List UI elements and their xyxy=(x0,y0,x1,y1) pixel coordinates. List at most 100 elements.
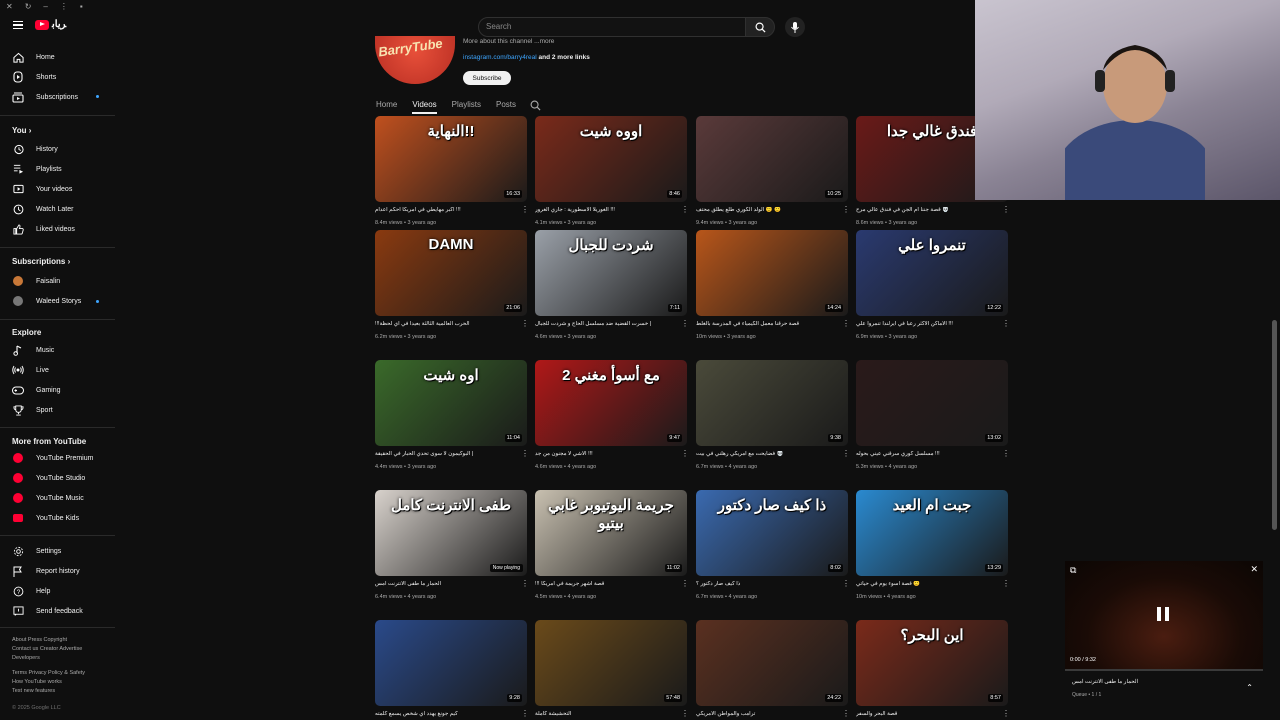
sidebar-item-music[interactable]: Music xyxy=(0,340,120,360)
video-thumbnail[interactable]: اووه شيت 8:46 xyxy=(535,116,687,202)
sidebar-item-home[interactable]: Home xyxy=(0,47,120,67)
more-actions-icon[interactable]: ⋮ xyxy=(521,206,529,214)
sidebar-item-your-videos[interactable]: Your videos xyxy=(0,179,120,199)
video-thumbnail[interactable]: مع أسوأ مغني 2 9:47 xyxy=(535,360,687,446)
video-thumbnail[interactable]: 24:22 xyxy=(696,620,848,706)
video-thumbnail[interactable]: ذا كيف صار دكتور 8:02 xyxy=(696,490,848,576)
more-actions-icon[interactable]: ⋮ xyxy=(842,320,850,328)
tab-posts[interactable]: Posts xyxy=(496,100,516,114)
search-input[interactable]: Search xyxy=(478,17,746,37)
more-actions-icon[interactable]: ⋮ xyxy=(681,320,689,328)
footer-links[interactable]: Terms Privacy Policy & Safety xyxy=(12,669,85,678)
chevron-up-icon[interactable]: ⌃ xyxy=(1246,683,1253,692)
video-title[interactable]: 💀 فضايحت مع امريكي رهلني في بيت xyxy=(696,451,836,457)
sidebar-item-gaming[interactable]: Gaming xyxy=(0,380,120,400)
sidebar-item-playlists[interactable]: Playlists xyxy=(0,159,120,179)
video-title[interactable]: !!! الاشي لا مجنون من جد xyxy=(535,451,675,457)
voice-search-button[interactable] xyxy=(785,17,805,37)
sidebar-item-settings[interactable]: Settings xyxy=(0,541,120,561)
more-actions-icon[interactable]: ⋮ xyxy=(521,450,529,458)
video-title[interactable]: 💀 قصة جننا ام الجن في فندق عالي مرح xyxy=(856,207,996,213)
more-actions-icon[interactable]: ⋮ xyxy=(1002,206,1010,214)
video-thumbnail[interactable]: تنمروا علي 12:22 xyxy=(856,230,1008,316)
close-icon[interactable]: ✕ xyxy=(1250,564,1258,575)
sidebar-item-channel-waleed-storys[interactable]: Waleed Storys xyxy=(0,291,120,311)
more-actions-icon[interactable]: ⋮ xyxy=(521,580,529,588)
channel-link[interactable]: instagram.com/barry4real and 2 more link… xyxy=(463,54,590,61)
video-title[interactable]: قصة حرقنا معمل الكيمياء في المدرسة بالغل… xyxy=(696,321,836,327)
video-title[interactable]: ذا كيف صار دكتور ؟ xyxy=(696,581,836,587)
video-thumbnail[interactable]: النهاية!! 16:33 xyxy=(375,116,527,202)
channel-search-button[interactable] xyxy=(530,100,541,113)
tab-home[interactable]: Home xyxy=(376,100,397,114)
video-thumbnail[interactable]: جريمة اليوتيوبر غابي بيتيو 11:02 xyxy=(535,490,687,576)
video-thumbnail[interactable]: طفى الانترنت كامل Now playing xyxy=(375,490,527,576)
video-thumbnail[interactable]: 57:48 xyxy=(535,620,687,706)
channel-avatar[interactable]: BarryTube xyxy=(375,36,455,84)
video-thumbnail[interactable]: 13:02 xyxy=(856,360,1008,446)
video-title[interactable]: !!! مسلسل كوري سرقني عيني بحوله xyxy=(856,451,996,457)
sidebar-section-you[interactable]: You › xyxy=(12,126,31,135)
video-thumbnail[interactable]: 10:25 xyxy=(696,116,848,202)
expand-icon[interactable]: ⧉ xyxy=(1070,565,1076,576)
tab-playlists[interactable]: Playlists xyxy=(452,100,481,114)
more-actions-icon[interactable]: ⋮ xyxy=(1002,580,1010,588)
footer-links[interactable]: Contact us Creator Advertise xyxy=(12,645,82,654)
tab-videos[interactable]: Videos xyxy=(412,100,437,114)
video-title[interactable]: التحشيشة كاملة xyxy=(535,711,675,717)
sidebar-item-channel-faisalin[interactable]: Faisalin xyxy=(0,271,120,291)
hamburger-menu-icon[interactable] xyxy=(13,21,23,29)
video-thumbnail[interactable]: اين البحر؟ 8:57 xyxy=(856,620,1008,706)
video-thumbnail[interactable]: شردت للجبال 7:11 xyxy=(535,230,687,316)
minimize-icon[interactable]: – xyxy=(43,2,47,11)
video-title[interactable]: !!! اكبر مهايطي في امريكا احكم اعدام xyxy=(375,207,515,213)
sidebar-item-history[interactable]: History xyxy=(0,139,120,159)
video-thumbnail[interactable]: 14:24 xyxy=(696,230,848,316)
sidebar-item-watch-later[interactable]: Watch Later xyxy=(0,199,120,219)
sidebar-item-report-history[interactable]: Report history xyxy=(0,561,120,581)
menu-dots-icon[interactable]: ⋮ xyxy=(60,2,68,11)
more-actions-icon[interactable]: ⋮ xyxy=(842,450,850,458)
video-thumbnail[interactable]: 9:38 xyxy=(696,360,848,446)
more-actions-icon[interactable]: ⋮ xyxy=(681,450,689,458)
video-thumbnail[interactable]: جبت ام العيد 13:29 xyxy=(856,490,1008,576)
sidebar-section-subscriptions[interactable]: Subscriptions › xyxy=(12,257,70,266)
extension-icon[interactable]: ▪ xyxy=(80,2,83,11)
video-title[interactable]: | البوكيمون لا سوى تحدي الحبار في الحقيق… xyxy=(375,451,515,457)
more-actions-icon[interactable]: ⋮ xyxy=(521,320,529,328)
video-title[interactable]: الحرب العالمية الثالثة بعيدا في اي لحظة!… xyxy=(375,321,515,327)
sidebar-item-youtube-premium[interactable]: YouTube Premium xyxy=(0,448,120,468)
footer-links[interactable]: How YouTube works xyxy=(12,678,62,687)
more-actions-icon[interactable]: ⋮ xyxy=(1002,450,1010,458)
more-actions-icon[interactable]: ⋮ xyxy=(842,580,850,588)
sidebar-item-send-feedback[interactable]: Send feedback xyxy=(0,601,120,621)
footer-links[interactable]: About Press Copyright xyxy=(12,636,67,645)
more-actions-icon[interactable]: ⋮ xyxy=(842,710,850,718)
video-title[interactable]: ترامب والمواطن الامريكي xyxy=(696,711,836,717)
video-thumbnail[interactable]: 9:28 xyxy=(375,620,527,706)
footer-links[interactable]: Test new features xyxy=(12,687,55,696)
more-actions-icon[interactable]: ⋮ xyxy=(521,710,529,718)
reload-icon[interactable]: ↻ xyxy=(25,2,32,11)
subscribe-button[interactable]: Subscribe xyxy=(463,71,511,85)
youtube-logo[interactable]: ﺮﻳﺎﺑ xyxy=(35,19,67,30)
more-actions-icon[interactable]: ⋮ xyxy=(681,710,689,718)
sidebar-item-live[interactable]: Live xyxy=(0,360,120,380)
channel-more-links[interactable]: and 2 more links xyxy=(539,54,590,61)
video-thumbnail[interactable]: DAMN 21:06 xyxy=(375,230,527,316)
video-title[interactable]: 🙂 قصة اسوء يوم في حياتي xyxy=(856,581,996,587)
sidebar-item-shorts[interactable]: Shorts xyxy=(0,67,120,87)
video-title[interactable]: !!! الاماكن الاكثر رعبا في ايرلندا تنمرو… xyxy=(856,321,996,327)
video-title[interactable]: | خسرت القضية ضد مسلسل الحاج و شردت للجب… xyxy=(535,321,675,327)
channel-link-url[interactable]: instagram.com/barry4real xyxy=(463,54,537,61)
video-title[interactable]: الحمار ما طفى الانترنت امس xyxy=(375,581,515,587)
sidebar-item-youtube-studio[interactable]: YouTube Studio xyxy=(0,468,120,488)
more-actions-icon[interactable]: ⋮ xyxy=(1002,320,1010,328)
channel-description-more[interactable]: More about this channel ...more xyxy=(463,38,554,45)
miniplayer[interactable]: ⧉ ✕ 0:00 / 9:32 الحمار ما طفى الانترنت ا… xyxy=(1065,561,1263,711)
sidebar-item-sport[interactable]: Sport xyxy=(0,400,120,420)
more-actions-icon[interactable]: ⋮ xyxy=(681,580,689,588)
pause-icon[interactable] xyxy=(1155,605,1171,623)
sidebar-item-liked-videos[interactable]: Liked videos xyxy=(0,219,120,239)
miniplayer-progress[interactable] xyxy=(1065,669,1263,671)
